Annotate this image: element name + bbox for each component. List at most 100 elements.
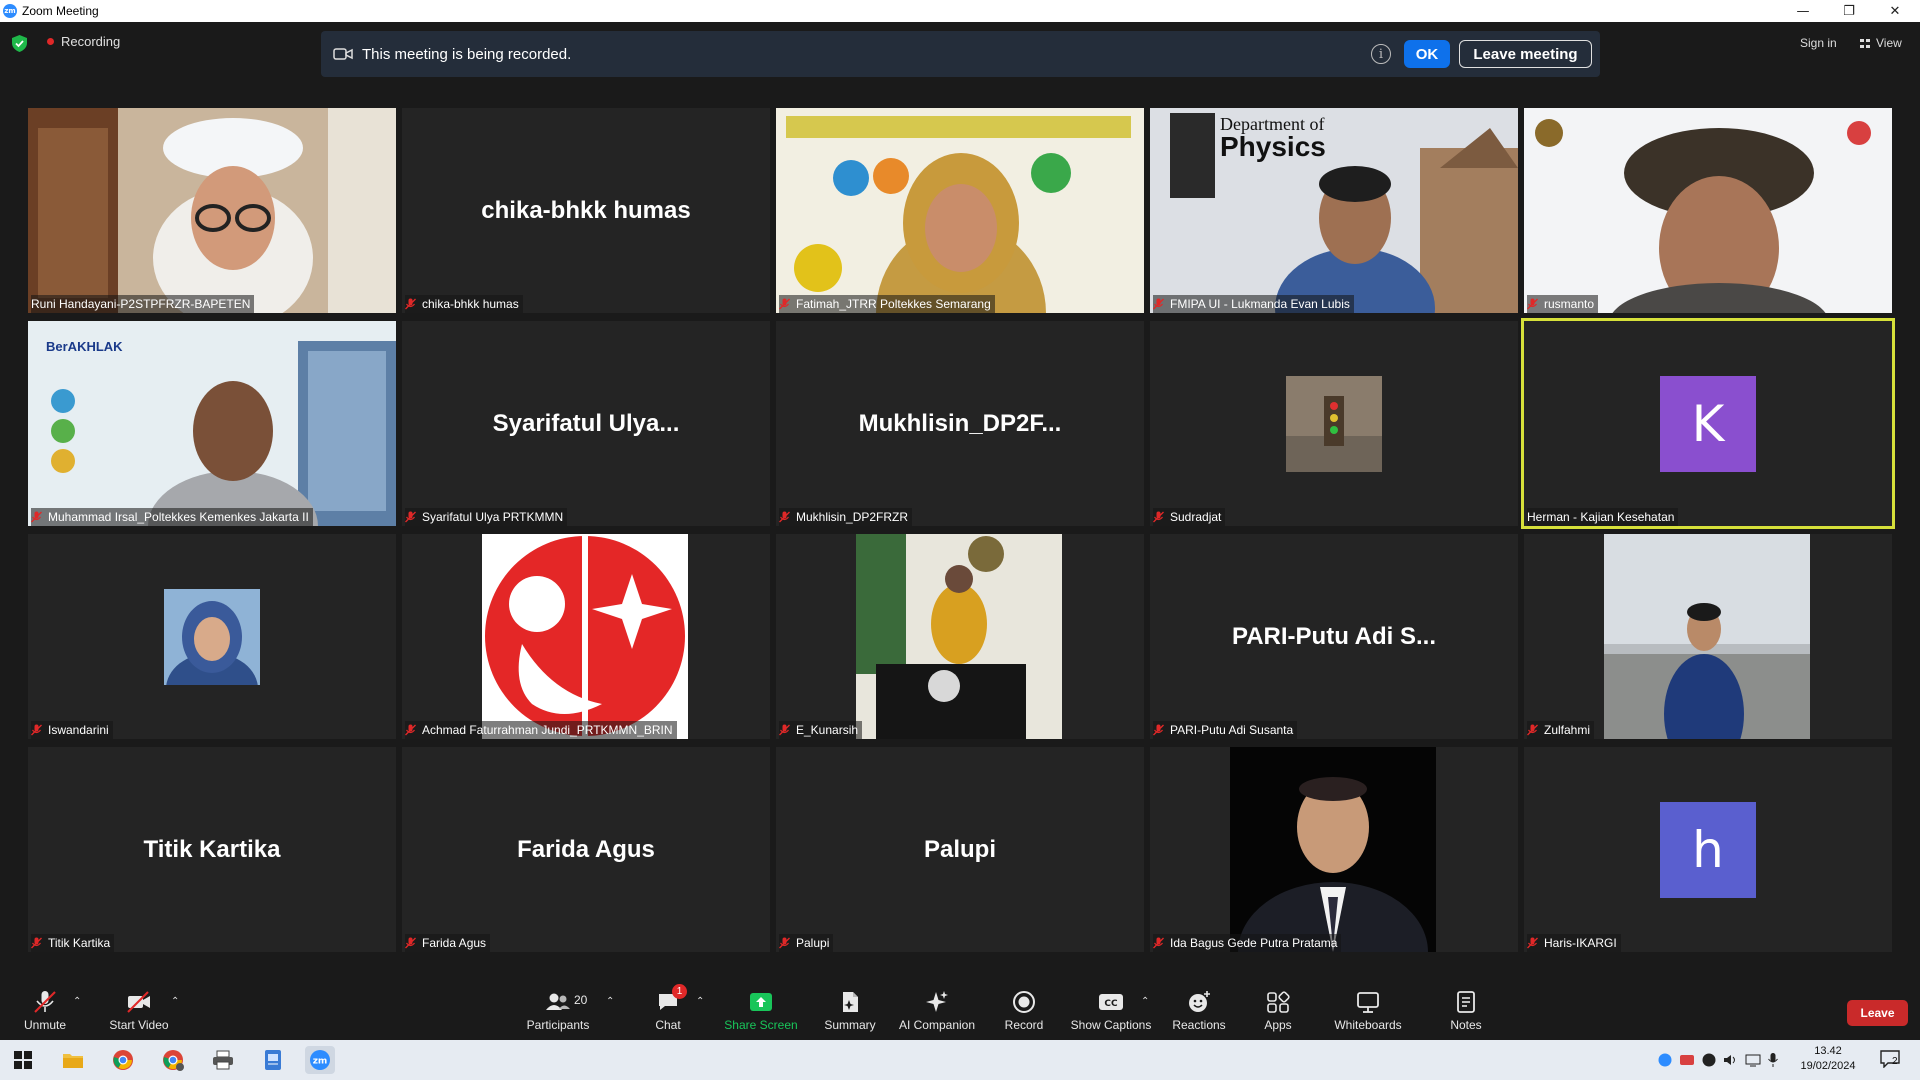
minimize-button[interactable]: —: [1780, 0, 1826, 22]
participant-name: FMIPA UI - Lukmanda Evan Lubis: [1170, 297, 1350, 311]
ai-companion-button[interactable]: AI Companion: [898, 990, 976, 1032]
participant-tile[interactable]: h Haris-IKARGI: [1524, 747, 1892, 952]
participant-tile[interactable]: E_Kunarsih: [776, 534, 1144, 739]
audio-options-caret-icon[interactable]: ⌃: [73, 996, 81, 1007]
participant-tile-active-speaker[interactable]: K Herman - Kajian Kesehatan: [1521, 318, 1895, 529]
reactions-button[interactable]: Reactions: [1170, 990, 1228, 1032]
printer-app-icon[interactable]: [208, 1046, 238, 1074]
microphone-tray-icon[interactable]: [1767, 1052, 1779, 1068]
participant-name-label: Haris-IKARGI: [1527, 934, 1621, 952]
recording-notice-banner: This meeting is being recorded. i OK Lea…: [321, 31, 1600, 77]
participant-tile[interactable]: Achmad Faturrahman Jundi_PRTKMMN_BRIN: [402, 534, 770, 739]
muted-mic-icon: [779, 298, 790, 310]
participant-name: Zulfahmi: [1544, 723, 1591, 737]
info-icon[interactable]: i: [1371, 44, 1391, 64]
participant-name: Syarifatul Ulya PRTKMMN: [422, 510, 564, 524]
participant-name-label: rusmanto: [1527, 295, 1599, 313]
participant-name-label: FMIPA UI - Lukmanda Evan Lubis: [1153, 295, 1354, 313]
display-tray-icon[interactable]: [1745, 1053, 1761, 1067]
zoom-tray-icon[interactable]: [1657, 1053, 1673, 1067]
participant-tile[interactable]: rusmanto: [1524, 108, 1892, 313]
participant-tile[interactable]: Zulfahmi: [1524, 534, 1892, 739]
participant-tile[interactable]: Mukhlisin_DP2F... Mukhlisin_DP2FRZR: [776, 321, 1144, 526]
participant-avatar: h: [1660, 802, 1756, 898]
record-button[interactable]: Record: [1000, 990, 1048, 1032]
leave-button[interactable]: Leave: [1847, 1000, 1908, 1026]
chrome-profile-icon[interactable]: [158, 1046, 188, 1074]
participant-name-label: E_Kunarsih: [779, 721, 863, 739]
unmute-button[interactable]: Unmute: [20, 990, 70, 1032]
recording-indicator[interactable]: Recording: [47, 34, 120, 49]
participant-name-label: Muhammad Irsal_Poltekkes Kemenkes Jakart…: [31, 508, 313, 526]
participant-name-label: PARI-Putu Adi Susanta: [1153, 721, 1298, 739]
participants-count: 20: [574, 993, 588, 1007]
share-screen-button[interactable]: Share Screen: [724, 990, 798, 1032]
participant-tile[interactable]: PARI-Putu Adi S... PARI-Putu Adi Susanta: [1150, 534, 1518, 739]
file-explorer-icon[interactable]: [58, 1046, 88, 1074]
restore-button[interactable]: ❐: [1826, 0, 1872, 22]
participant-tile[interactable]: Ida Bagus Gede Putra Pratama: [1150, 747, 1518, 952]
participant-name-label: Herman - Kajian Kesehatan: [1527, 508, 1679, 526]
windows-start-icon[interactable]: [8, 1046, 38, 1074]
clock-date: 19/02/2024: [1800, 1060, 1856, 1072]
close-button[interactable]: ✕: [1872, 0, 1918, 22]
participant-tile[interactable]: Fatimah_JTRR Poltekkes Semarang: [776, 108, 1144, 313]
muted-mic-icon: [779, 511, 790, 523]
zoom-taskbar-icon[interactable]: zm: [305, 1046, 335, 1074]
svg-text:CC: CC: [1104, 999, 1118, 1009]
participant-tile[interactable]: Titik Kartika Titik Kartika: [28, 747, 396, 952]
participant-tile[interactable]: Sudradjat: [1150, 321, 1518, 526]
muted-mic-icon: [405, 511, 416, 523]
system-clock[interactable]: 13.42 19/02/2024: [1798, 1044, 1858, 1074]
svg-text:Physics: Physics: [1220, 131, 1326, 162]
participant-tile[interactable]: Runi Handayani-P2STPFRZR-BAPETEN: [28, 108, 396, 313]
participant-name: Haris-IKARGI: [1544, 936, 1617, 950]
ok-button[interactable]: OK: [1404, 40, 1450, 68]
participant-tile[interactable]: Palupi Palupi: [776, 747, 1144, 952]
chat-button[interactable]: 1 Chat: [652, 984, 687, 1032]
participant-tile[interactable]: Department of Physics FMIPA UI - Lukmand…: [1150, 108, 1518, 313]
participant-video: [28, 108, 396, 313]
participant-tile[interactable]: Farida Agus Farida Agus: [402, 747, 770, 952]
summary-document-icon: [843, 992, 858, 1012]
apps-label: Apps: [1264, 1018, 1292, 1032]
notes-button[interactable]: Notes: [1450, 990, 1482, 1032]
volume-icon[interactable]: [1723, 1053, 1739, 1067]
participant-name: Achmad Faturrahman Jundi_PRTKMMN_BRIN: [422, 723, 673, 737]
ai-companion-label: AI Companion: [898, 1018, 976, 1032]
svg-text:BerAKHLAK: BerAKHLAK: [46, 339, 123, 354]
document-viewer-icon[interactable]: [258, 1046, 288, 1074]
video-options-caret-icon[interactable]: ⌃: [171, 996, 179, 1007]
ai-sparkle-icon: [926, 991, 948, 1012]
participant-name: Mukhlisin_DP2FRZR: [796, 510, 909, 524]
start-video-button[interactable]: Start Video: [106, 990, 172, 1032]
view-button[interactable]: View: [1860, 36, 1902, 50]
chat-options-caret-icon[interactable]: ⌃: [696, 996, 704, 1007]
notification-center-button[interactable]: 2: [1880, 1050, 1902, 1070]
participant-name-label: Farida Agus: [405, 934, 491, 952]
reactions-label: Reactions: [1172, 1018, 1226, 1032]
sign-in-link[interactable]: Sign in: [1800, 36, 1837, 50]
chrome-icon[interactable]: [108, 1046, 138, 1074]
profile-logo: [482, 534, 688, 739]
leave-meeting-button[interactable]: Leave meeting: [1459, 40, 1592, 68]
show-captions-button[interactable]: CC Show Captions: [1070, 990, 1152, 1032]
participant-tile[interactable]: chika-bhkk humas chika-bhkk humas: [402, 108, 770, 313]
participant-tile[interactable]: Syarifatul Ulya... Syarifatul Ulya PRTKM…: [402, 321, 770, 526]
apps-button[interactable]: Apps: [1262, 990, 1294, 1032]
participant-tile[interactable]: BerAKHLAK Muhammad Irsal_Poltekkes Kemen…: [28, 321, 396, 526]
participants-options-caret-icon[interactable]: ⌃: [606, 996, 614, 1007]
notification-count: 2: [1892, 1056, 1898, 1067]
captions-options-caret-icon[interactable]: ⌃: [1141, 996, 1149, 1007]
summary-button[interactable]: Summary: [822, 990, 878, 1032]
security-tray-icon[interactable]: [1679, 1053, 1695, 1067]
muted-mic-icon: [405, 937, 416, 949]
window-title: Zoom Meeting: [22, 4, 99, 18]
app-tray-icon[interactable]: [1701, 1053, 1717, 1067]
participant-name: Palupi: [796, 936, 830, 950]
participant-avatar: K: [1660, 376, 1756, 472]
whiteboards-button[interactable]: Whiteboards: [1334, 990, 1402, 1032]
recording-label: Recording: [61, 34, 121, 49]
participant-tile[interactable]: Iswandarini: [28, 534, 396, 739]
security-shield-icon[interactable]: [12, 35, 27, 52]
